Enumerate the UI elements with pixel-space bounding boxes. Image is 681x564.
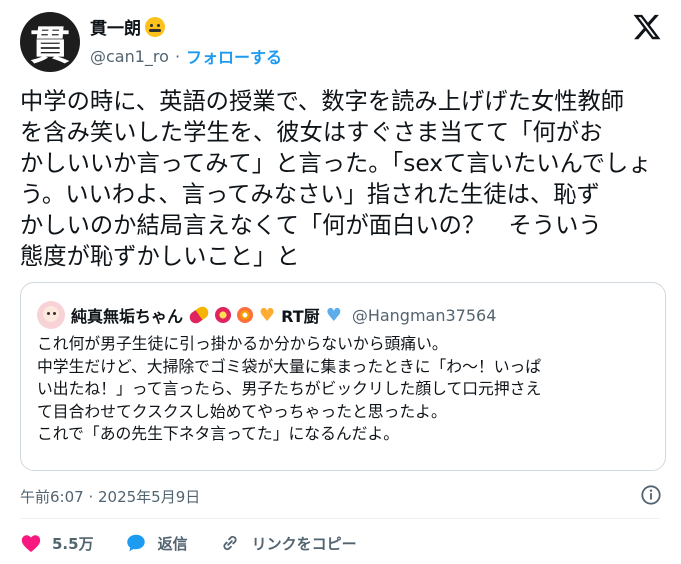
quoted-tweet-header: 純真無垢ちゃん ♥ RT厨 ♥ @Hangman37564 xyxy=(37,301,496,329)
follow-button[interactable]: フォローする xyxy=(186,44,282,68)
copy-link-button[interactable]: リンクをコピー xyxy=(218,532,357,554)
avatar-glyph: 貫 xyxy=(30,22,70,69)
tweet-text: 中学の時に、英語の授業で、数字を読み上げげた女性教師 を含み笑いした学生を、彼女… xyxy=(20,86,660,272)
quoted-author-name: 純真無垢ちゃん xyxy=(71,307,184,326)
action-divider xyxy=(20,518,660,519)
like-count: 5.5万 xyxy=(52,534,94,553)
author-display-name[interactable]: 貫一朗 xyxy=(90,14,141,39)
quoted-tweet[interactable]: 純真無垢ちゃん ♥ RT厨 ♥ @Hangman37564 これ何が男子生徒に引… xyxy=(20,282,666,471)
speech-bubble-icon xyxy=(126,534,145,552)
quoted-line: い出たね！」って言ったら、男子たちがビックリした顔して口元押さえ xyxy=(37,379,542,398)
quoted-author-handle: @Hangman37564 xyxy=(351,305,497,325)
pill-icon xyxy=(187,304,211,326)
blue-heart-icon: ♥ xyxy=(325,304,342,326)
quoted-tweet-text: これ何が男子生徒に引っ掛かるか分からないから頭痛い。 中学生だけど、大掃除でゴミ… xyxy=(37,333,657,446)
flower-icon xyxy=(215,307,232,323)
action-bar: 5.5万 返信 リンクをコピー xyxy=(20,532,387,554)
zipper-mouth-face-icon xyxy=(145,16,165,37)
quoted-line: て目合わせてクスクスし始めてやっちゃったと思ったよ。 xyxy=(37,401,447,421)
like-button[interactable]: 5.5万 xyxy=(20,532,94,554)
author-handle-row: @can1_ro · フォローする xyxy=(90,44,282,68)
tweet-line: 中学の時に、英語の授業で、数字を読み上げげた女性教師 xyxy=(20,88,625,115)
quoted-line: これで「あの先生下ネタ言ってた」になるんだよ。 xyxy=(37,424,400,443)
lollipop-icon xyxy=(237,307,254,323)
reply-button[interactable]: 返信 xyxy=(124,532,188,554)
link-icon xyxy=(223,535,237,551)
tweet-line: かしいいか言ってみて」と言った。「sexて言いたいんでしょ xyxy=(20,150,652,177)
author-display-name-row[interactable]: 貫一朗 xyxy=(90,14,165,39)
reply-label: 返信 xyxy=(157,534,188,553)
tweet-line: かしいのか結局言えなくて「何が面白いの？ そういう xyxy=(20,212,602,239)
copy-link-label: リンクをコピー xyxy=(251,534,357,553)
tweet-timestamp[interactable]: 午前6:07 · 2025年5月9日 xyxy=(20,486,200,507)
tweet-line: を含み笑いした学生を、彼女はすぐさま当てて「何がお xyxy=(20,119,603,146)
quoted-line: これ何が男子生徒に引っ掛かるか分からないから頭痛い。 xyxy=(37,334,448,353)
handle-separator: · xyxy=(174,46,181,66)
author-handle[interactable]: @can1_ro xyxy=(90,47,169,66)
tweet-line: 態度が恥ずかしいこと」と xyxy=(20,243,300,270)
info-icon[interactable] xyxy=(640,484,662,506)
quoted-line: 中学生だけど、大掃除でゴミ袋が大量に集まったときに「わ〜！いっぱ xyxy=(37,356,542,376)
x-logo-icon[interactable] xyxy=(632,12,662,42)
quoted-author-name-suffix: RT厨 xyxy=(281,307,320,326)
yellow-heart-icon: ♥ xyxy=(259,304,276,326)
quoted-author-avatar xyxy=(37,301,65,329)
tweet-line: う。いいわよ、言ってみなさい」指された生徒は、恥ず xyxy=(20,181,600,208)
author-avatar[interactable]: 貫 xyxy=(20,12,80,72)
heart-icon xyxy=(21,535,41,552)
